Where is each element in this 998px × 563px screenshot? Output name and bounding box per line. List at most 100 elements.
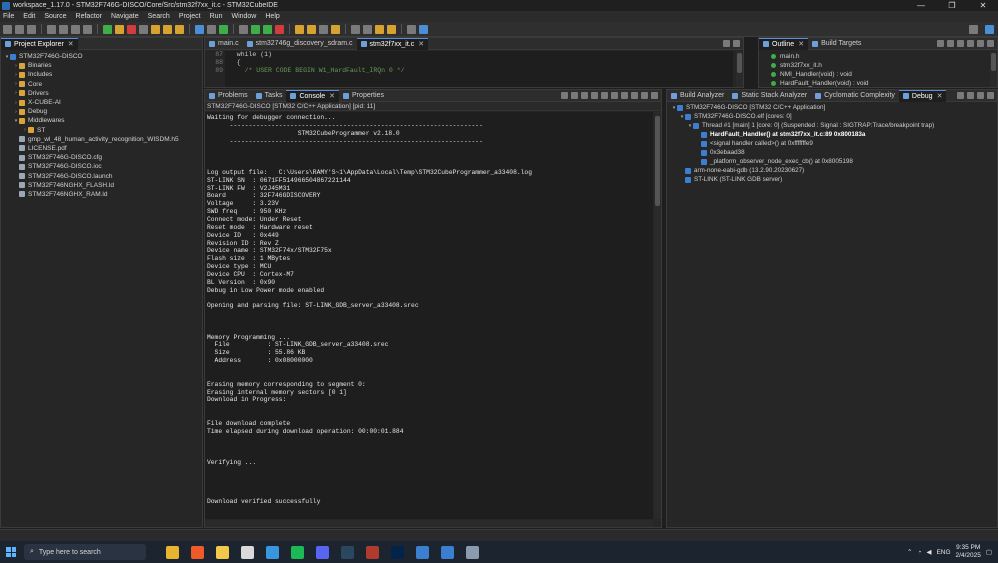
close-icon[interactable]: ✕	[798, 40, 804, 48]
tab-tasks[interactable]: Tasks	[252, 90, 287, 102]
save-all-icon[interactable]	[27, 24, 36, 34]
tree-item[interactable]: ▾ STM32F746G-DISCO	[1, 52, 202, 61]
stm32-programmer-icon[interactable]	[391, 545, 404, 559]
close-icon[interactable]: ✕	[329, 92, 335, 100]
editor-scrollbar[interactable]	[736, 51, 743, 87]
tab-console[interactable]: Console ✕	[286, 89, 340, 102]
maximize-icon[interactable]	[987, 40, 994, 47]
chrome-icon[interactable]	[166, 545, 179, 559]
view-menu-icon[interactable]	[967, 40, 974, 47]
open-console-icon[interactable]	[621, 92, 628, 99]
chatgpt-icon[interactable]	[241, 545, 254, 559]
menu-edit[interactable]: Edit	[23, 13, 35, 20]
tray-chevron-icon[interactable]: ⌃	[907, 548, 912, 556]
disconnect-icon[interactable]	[139, 24, 148, 34]
search-toolbar-icon[interactable]	[239, 24, 248, 34]
back-icon[interactable]	[375, 24, 384, 34]
collapse-icon[interactable]	[957, 92, 964, 99]
console-output[interactable]: Waiting for debugger connection... -----…	[205, 112, 653, 519]
tab-properties[interactable]: Properties	[339, 90, 388, 102]
info-icon[interactable]	[419, 24, 428, 34]
code-editor[interactable]: 87 88 89 while (1) { /* USER CODE BEGIN W1…	[205, 51, 733, 87]
mx-icon[interactable]	[416, 545, 429, 559]
tree-item[interactable]: STM32F746G-DISCO.launch	[1, 171, 202, 180]
brave-icon[interactable]	[191, 545, 204, 559]
menu-file[interactable]: File	[3, 13, 14, 20]
start-button[interactable]	[6, 547, 16, 557]
tab-stm32746g-discovery-sdram-c[interactable]: stm32746g_discovery_sdram.c	[243, 38, 357, 50]
ide-icon[interactable]	[441, 545, 454, 559]
tree-item[interactable]: ▾ Middlewares	[1, 116, 202, 125]
debug-tree-item[interactable]: _platform_observer_node_exec_cb() at 0x8…	[669, 157, 997, 166]
spotify-icon[interactable]	[291, 545, 304, 559]
steam-icon[interactable]	[341, 545, 354, 559]
minimize-icon[interactable]	[641, 92, 648, 99]
maximize-icon[interactable]	[651, 92, 658, 99]
tab-build-analyzer[interactable]: Build Analyzer	[667, 90, 728, 102]
outline-item[interactable]: HardFault_Handler(void) : void	[763, 79, 997, 88]
tab-static-stack-analyzer[interactable]: Static Stack Analyzer	[728, 90, 811, 102]
menu-refactor[interactable]: Refactor	[76, 13, 102, 20]
minimize-icon[interactable]	[977, 92, 984, 99]
collapse-icon[interactable]	[957, 40, 964, 47]
tab-problems[interactable]: Problems	[205, 90, 252, 102]
build-target-icon[interactable]	[207, 24, 216, 34]
tab-outline[interactable]: Outline ✕	[759, 37, 809, 50]
next-annotation-icon[interactable]	[351, 24, 360, 34]
debug-tree-item[interactable]: <signal handler called>() at 0xfffffffe9	[669, 139, 997, 148]
debug-tree-item[interactable]: ▾ STM32F746G-DISCO.elf [cores: 0]	[669, 112, 997, 121]
console-scroll-thumb[interactable]	[655, 116, 660, 206]
tab-cyclomatic-complexity[interactable]: Cyclomatic Complexity	[811, 90, 899, 102]
maximize-icon[interactable]	[987, 92, 994, 99]
outline-scrollbar[interactable]	[990, 51, 997, 87]
terminal-icon[interactable]	[407, 24, 416, 34]
discord-icon[interactable]	[316, 545, 329, 559]
redo-icon[interactable]	[83, 24, 92, 34]
search-icon[interactable]	[319, 24, 328, 34]
console-scrollbar[interactable]	[654, 112, 661, 519]
step-over-icon[interactable]	[163, 24, 172, 34]
remove-launch-icon[interactable]	[571, 92, 578, 99]
prev-annotation-icon[interactable]	[363, 24, 372, 34]
tree-item[interactable]: › Includes	[1, 70, 202, 79]
tree-item[interactable]: › Debug	[1, 107, 202, 116]
terminate-icon[interactable]	[561, 92, 568, 99]
undo-icon[interactable]	[71, 24, 80, 34]
tab-build-targets[interactable]: Build Targets	[808, 38, 865, 50]
terminate-icon[interactable]	[127, 24, 136, 34]
close-icon[interactable]: ✕	[418, 40, 424, 48]
tree-item[interactable]: STM32F746NGHX_RAM.ld	[1, 190, 202, 199]
open-type-icon[interactable]	[295, 24, 304, 34]
vscode-icon[interactable]	[266, 545, 279, 559]
tab-stm32f7xx-it-c[interactable]: stm32f7xx_it.c ✕	[356, 37, 429, 50]
volume-icon[interactable]: ◀	[926, 548, 931, 556]
tree-item[interactable]: › Core	[1, 80, 202, 89]
menu-navigate[interactable]: Navigate	[111, 13, 139, 20]
perspective-icon[interactable]	[985, 24, 994, 34]
build-icon[interactable]	[59, 24, 68, 34]
menu-project[interactable]: Project	[179, 13, 201, 20]
tree-item[interactable]: gmp_wl_48_human_activity_recognition_WIS…	[1, 135, 202, 144]
debug-config-icon[interactable]	[219, 24, 228, 34]
outline-scroll-thumb[interactable]	[991, 53, 996, 71]
debug-tree-item[interactable]: ▾ Thread #1 [main] 1 [core: 0] (Suspended…	[669, 121, 997, 130]
scroll-lock-icon[interactable]	[591, 92, 598, 99]
forward-icon[interactable]	[387, 24, 396, 34]
step-into-icon[interactable]	[151, 24, 160, 34]
taskbar-search[interactable]: ⌕ Type here to search	[24, 544, 146, 560]
external-tools-icon[interactable]	[275, 24, 284, 34]
debug-tree-item[interactable]: ST-LINK (ST-LINK GDB server)	[669, 175, 997, 184]
network-icon[interactable]: ◔	[918, 549, 922, 556]
device-config-icon[interactable]	[195, 24, 204, 34]
console-hscrollbar[interactable]	[205, 520, 653, 527]
outline-item[interactable]: stm32f7xx_it.h	[763, 61, 997, 70]
suspend-icon[interactable]	[115, 24, 124, 34]
tree-item[interactable]: LICENSE.pdf	[1, 144, 202, 153]
tree-item[interactable]: STM32F746G-DISCO.ioc	[1, 162, 202, 171]
close-icon[interactable]: ✕	[937, 92, 943, 100]
filter-icon[interactable]	[947, 40, 954, 47]
step-return-icon[interactable]	[175, 24, 184, 34]
tree-item[interactable]: STM32F746G-DISCO.cfg	[1, 153, 202, 162]
tree-item[interactable]: › Binaries	[1, 61, 202, 70]
menu-window[interactable]: Window	[231, 13, 256, 20]
